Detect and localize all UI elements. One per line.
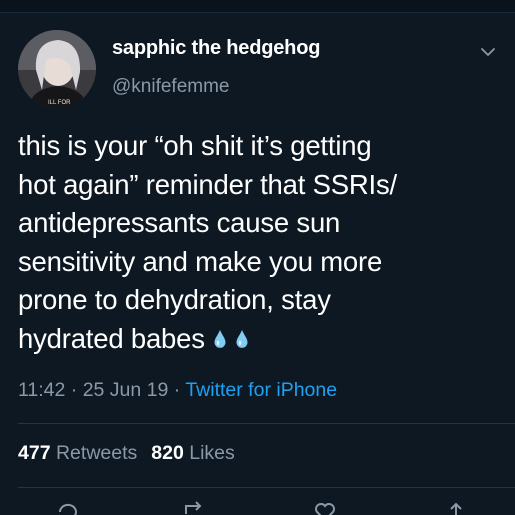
tweet-meta: 11:42 · 25 Jun 19 · Twitter for iPhone	[18, 379, 337, 402]
avatar-shirt-text: ILL FOR	[48, 100, 71, 106]
likes-stat[interactable]: 820 Likes	[151, 442, 235, 464]
tweet-time: 11:42	[18, 379, 66, 401]
retweet-icon[interactable]	[182, 500, 210, 515]
tweet-text: this is your “oh shit it’s getting hot a…	[18, 127, 498, 358]
tweet-text-line: hot again” reminder that SSRIs/	[18, 168, 397, 200]
tweet-source-link[interactable]: Twitter for iPhone	[185, 379, 337, 401]
share-icon[interactable]	[442, 500, 470, 515]
retweets-count: 477	[18, 442, 51, 464]
retweets-stat[interactable]: 477 Retweets	[18, 442, 137, 464]
meta-separator: ·	[168, 379, 186, 401]
meta-separator: ·	[65, 379, 83, 401]
tweet-detail-view: ILL FOR sapphic the hedgehog @knifefemme…	[0, 0, 515, 515]
top-bar-edge	[0, 0, 515, 13]
tweet-text-last-line: hydrated babes	[18, 320, 498, 359]
tweet-date: 25 Jun 19	[82, 379, 169, 401]
author-handle[interactable]: @knifefemme	[112, 76, 230, 98]
divider	[18, 423, 515, 424]
tweet-text-line: prone to dehydration, stay	[18, 284, 331, 315]
tweet-action-bar	[0, 500, 515, 515]
likes-label: Likes	[189, 442, 235, 464]
droplet-icon	[214, 329, 226, 348]
reply-icon[interactable]	[52, 500, 80, 515]
tweet-text-line: hydrated babes	[18, 322, 205, 354]
likes-count: 820	[151, 442, 184, 464]
tweet-text-line: this is your “oh shit it’s getting	[18, 130, 372, 161]
avatar[interactable]: ILL FOR	[18, 30, 96, 108]
tweet-text-line: antidepressants cause sun	[18, 207, 341, 238]
tweet-stats: 477 Retweets 820 Likes	[18, 442, 235, 465]
retweets-label: Retweets	[55, 442, 138, 464]
tweet-text-line: sensitivity and make you more	[18, 245, 383, 277]
chevron-down-icon[interactable]	[478, 42, 498, 62]
like-icon[interactable]	[311, 500, 339, 515]
droplet-icon	[236, 329, 248, 348]
author-display-name[interactable]: sapphic the hedgehog	[112, 37, 320, 60]
divider	[18, 487, 515, 488]
